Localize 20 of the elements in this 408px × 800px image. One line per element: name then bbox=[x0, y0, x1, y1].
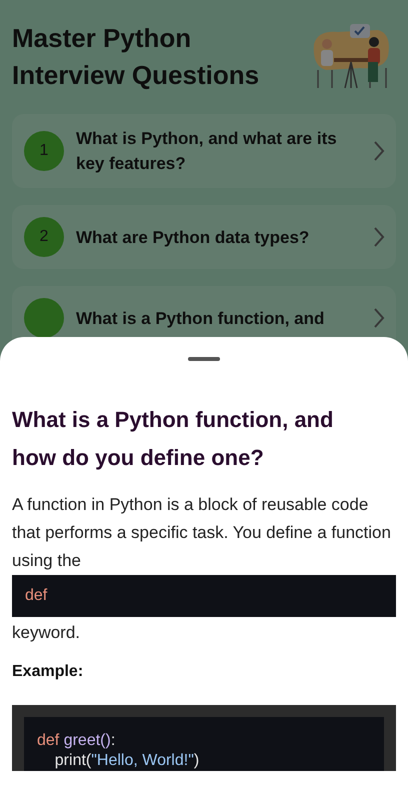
example-label: Example: bbox=[12, 663, 84, 681]
question-number: 2 bbox=[24, 217, 64, 257]
inline-code: def bbox=[12, 575, 396, 617]
answer-text: keyword. bbox=[12, 622, 82, 644]
question-number: 1 bbox=[24, 131, 64, 171]
code-line: def greet(): bbox=[37, 731, 116, 751]
number-badge bbox=[24, 298, 64, 338]
chevron-right-icon bbox=[372, 306, 386, 330]
chevron-right-icon bbox=[372, 225, 386, 249]
question-text: What are Python data types? bbox=[76, 226, 310, 248]
chevron-right-icon bbox=[372, 139, 386, 163]
question-text: What is Python, and what are its key features? bbox=[76, 128, 338, 175]
page-title: Master Python Interview Questions bbox=[12, 22, 260, 92]
question-card[interactable]: 1 What is Python, and what are its key features? bbox=[12, 114, 396, 188]
drag-handle[interactable] bbox=[188, 357, 220, 361]
question-card[interactable]: 2 What are Python data types? bbox=[12, 205, 396, 269]
answer-text: A function in Python is a block of reusable code that performs a specific task. You define a function using the bbox=[12, 494, 392, 572]
question-text: What is a Python function, and bbox=[76, 308, 326, 330]
code-line: print("Hello, World!") bbox=[54, 751, 200, 771]
answer-title: What is a Python function, and how do you define one? bbox=[12, 406, 334, 472]
